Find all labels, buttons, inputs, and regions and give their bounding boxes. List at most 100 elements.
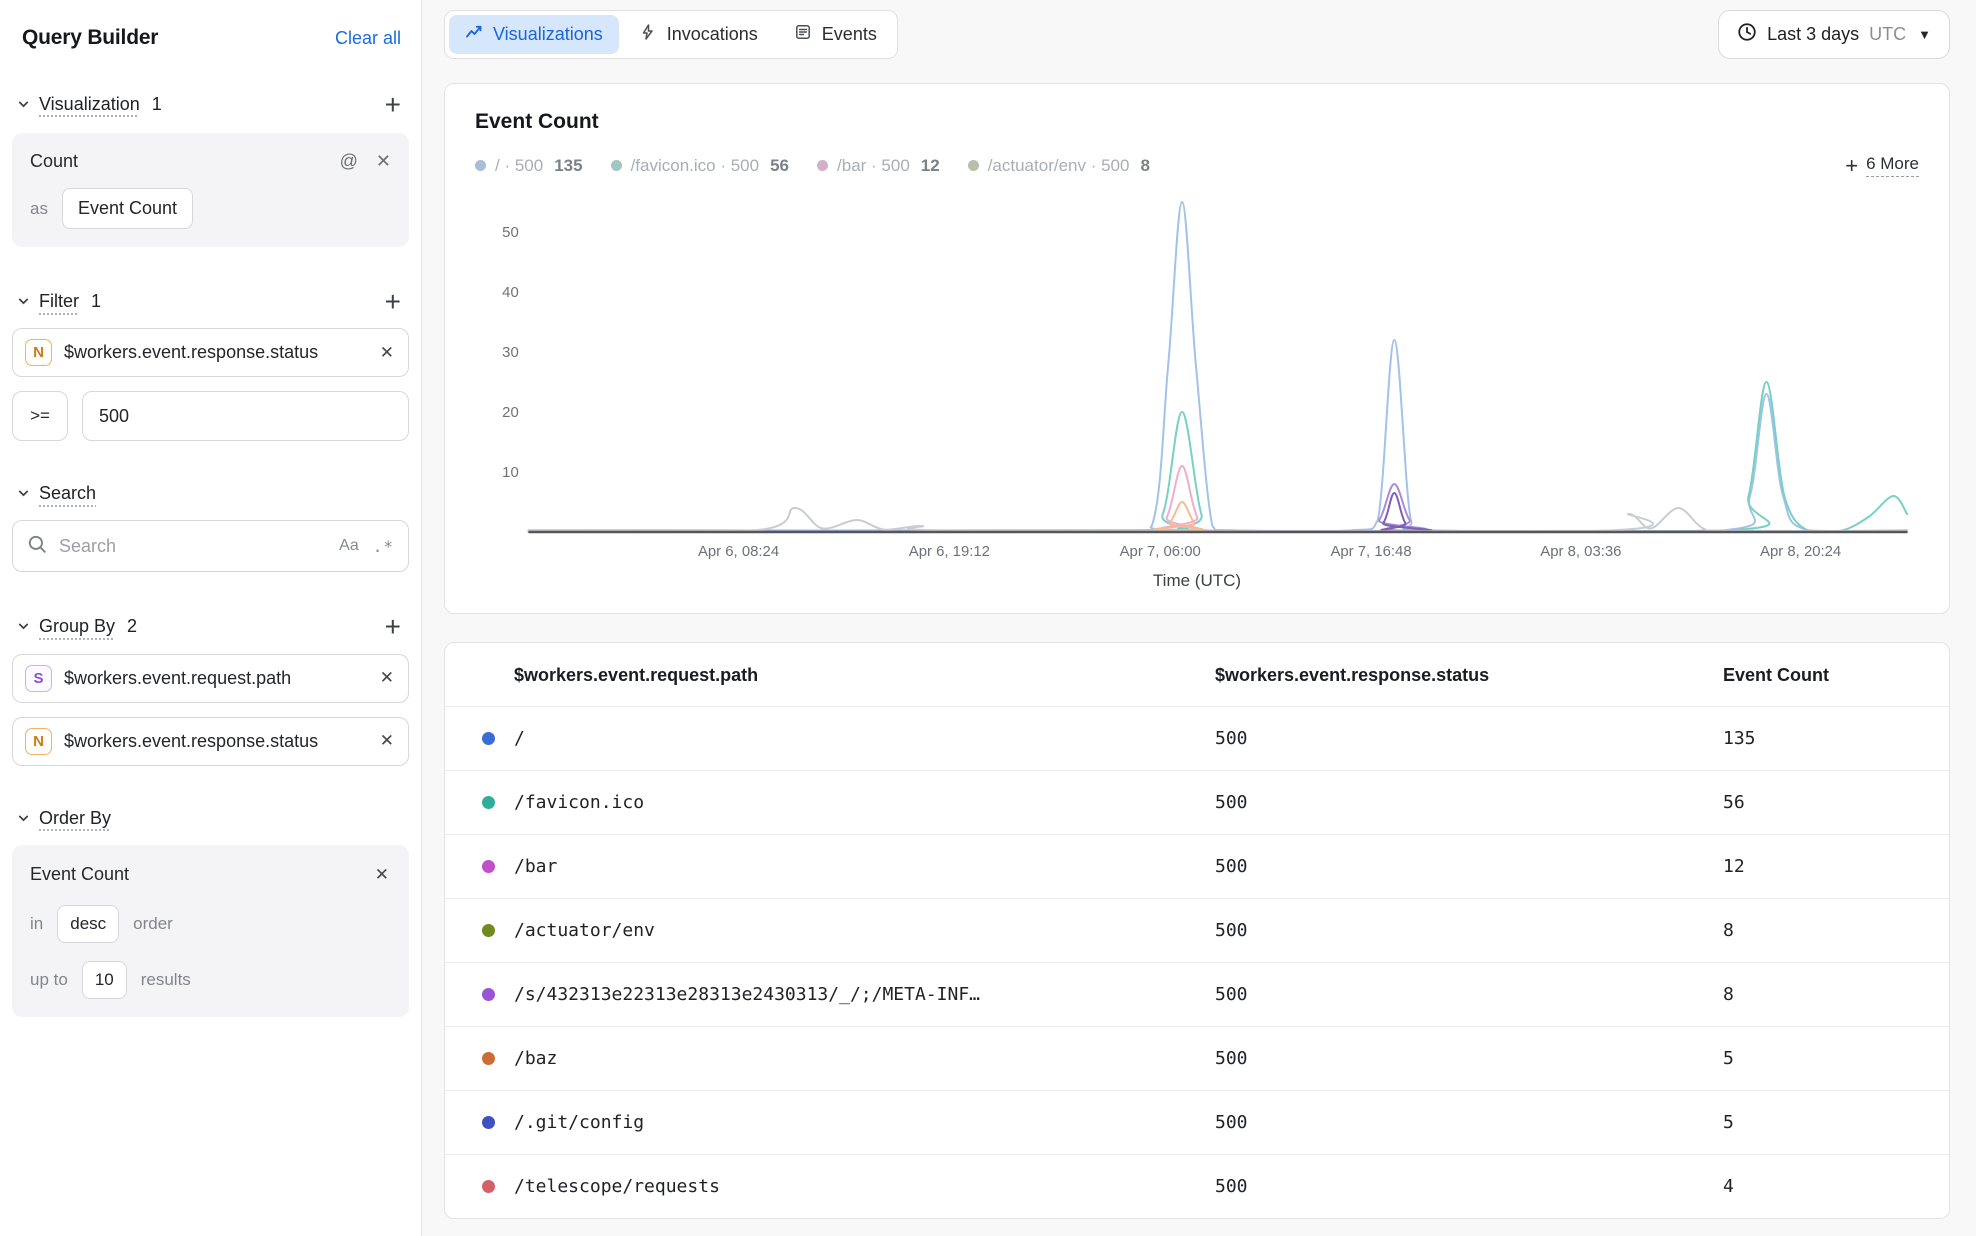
table-row[interactable]: /telescope/requests5004 bbox=[445, 1154, 1949, 1218]
filter-operator-row: >= bbox=[12, 391, 409, 441]
view-tabs: Visualizations Invocations Events bbox=[444, 10, 898, 59]
filter-value-input[interactable] bbox=[82, 391, 409, 441]
limit-input[interactable]: 10 bbox=[82, 961, 127, 999]
remove-visualization-icon[interactable]: ✕ bbox=[376, 151, 391, 172]
table-row[interactable]: /bar50012 bbox=[445, 834, 1949, 898]
legend-dot bbox=[817, 160, 828, 171]
table-row[interactable]: /actuator/env5008 bbox=[445, 898, 1949, 962]
series-color-dot bbox=[482, 988, 495, 1001]
add-visualization-button[interactable]: + bbox=[381, 92, 405, 117]
legend-label: /bar · 500 bbox=[837, 156, 910, 176]
group-by-field-row[interactable]: N $workers.event.response.status ✕ bbox=[12, 717, 409, 766]
column-header-path: $workers.event.request.path bbox=[445, 665, 1215, 686]
remove-group-by-icon[interactable]: ✕ bbox=[378, 666, 396, 690]
table-row[interactable]: /favicon.ico50056 bbox=[445, 770, 1949, 834]
chart-legend: / · 500135/favicon.ico · 50056/bar · 500… bbox=[475, 156, 1150, 176]
event-count-cell: 5 bbox=[1723, 1048, 1949, 1069]
legend-item[interactable]: /actuator/env · 5008 bbox=[968, 156, 1150, 176]
tab-label: Visualizations bbox=[493, 24, 603, 45]
response-status-cell: 500 bbox=[1215, 792, 1723, 813]
match-case-icon[interactable]: Aa bbox=[339, 537, 359, 555]
event-count-cell: 8 bbox=[1723, 984, 1949, 1005]
legend-dot bbox=[968, 160, 979, 171]
legend-label: / · 500 bbox=[495, 156, 543, 176]
legend-more-button[interactable]: + 6 More bbox=[1845, 154, 1919, 177]
search-input[interactable] bbox=[57, 535, 329, 558]
svg-text:Apr 6, 19:12: Apr 6, 19:12 bbox=[909, 543, 990, 560]
visualization-section-label[interactable]: Visualization bbox=[39, 94, 140, 115]
filter-section-label[interactable]: Filter bbox=[39, 291, 79, 312]
visualization-section-header: Visualization 1 + bbox=[12, 92, 409, 117]
remove-group-by-icon[interactable]: ✕ bbox=[378, 729, 396, 753]
chevron-down-icon[interactable] bbox=[16, 486, 31, 501]
filter-field-name: $workers.event.response.status bbox=[64, 342, 366, 363]
table-row[interactable]: /500135 bbox=[445, 706, 1949, 770]
svg-text:20: 20 bbox=[502, 404, 519, 421]
legend-item[interactable]: / · 500135 bbox=[475, 156, 583, 176]
time-range-button[interactable]: Last 3 days UTC ▼ bbox=[1718, 10, 1950, 59]
column-header-status: $workers.event.response.status bbox=[1215, 665, 1723, 686]
legend-count: 8 bbox=[1140, 156, 1149, 176]
series-color-dot bbox=[482, 860, 495, 873]
tab-visualizations[interactable]: Visualizations bbox=[449, 15, 619, 54]
in-label: in bbox=[30, 914, 43, 934]
group-by-section-label[interactable]: Group By bbox=[39, 616, 115, 637]
table-row[interactable]: /.git/config5005 bbox=[445, 1090, 1949, 1154]
order-by-card: Event Count ✕ in desc order up to 10 res… bbox=[12, 845, 409, 1017]
order-by-field[interactable]: Event Count bbox=[30, 864, 129, 885]
filter-field-row[interactable]: N $workers.event.response.status ✕ bbox=[12, 328, 409, 377]
page-title: Query Builder bbox=[22, 26, 158, 50]
group-by-field-row[interactable]: S $workers.event.request.path ✕ bbox=[12, 654, 409, 703]
request-path-cell: /.git/config bbox=[514, 1112, 664, 1133]
filter-count: 1 bbox=[91, 291, 101, 312]
legend-item[interactable]: /bar · 50012 bbox=[817, 156, 940, 176]
svg-text:10: 10 bbox=[502, 464, 519, 481]
chevron-down-icon[interactable] bbox=[16, 811, 31, 826]
response-status-cell: 500 bbox=[1215, 920, 1723, 941]
up-to-label: up to bbox=[30, 970, 68, 990]
visualization-function[interactable]: Count bbox=[30, 151, 78, 172]
chevron-down-icon[interactable] bbox=[16, 97, 31, 112]
tab-label: Events bbox=[822, 24, 877, 45]
add-filter-button[interactable]: + bbox=[381, 289, 405, 314]
order-by-section-label[interactable]: Order By bbox=[39, 808, 111, 829]
alias-icon[interactable]: @ bbox=[340, 151, 358, 172]
string-type-badge: S bbox=[25, 665, 52, 692]
svg-text:50: 50 bbox=[502, 224, 519, 241]
content: Event Count / · 500135/favicon.ico · 500… bbox=[422, 59, 1976, 1236]
as-label: as bbox=[30, 199, 48, 219]
request-path-cell: /actuator/env bbox=[514, 920, 675, 941]
regex-icon[interactable]: .* bbox=[373, 537, 394, 556]
table-row[interactable]: /s/432313e22313e28313e2430313/_/;/META-I… bbox=[445, 962, 1949, 1026]
response-status-cell: 500 bbox=[1215, 728, 1723, 749]
series-color-dot bbox=[482, 732, 495, 745]
remove-order-by-icon[interactable]: ✕ bbox=[373, 863, 391, 887]
number-type-badge: N bbox=[25, 339, 52, 366]
svg-text:40: 40 bbox=[502, 284, 519, 301]
legend-row: / · 500135/favicon.ico · 50056/bar · 500… bbox=[475, 154, 1919, 177]
remove-filter-icon[interactable]: ✕ bbox=[378, 341, 396, 365]
search-icon bbox=[27, 534, 47, 559]
search-section-label[interactable]: Search bbox=[39, 483, 96, 504]
series-color-dot bbox=[482, 1180, 495, 1193]
visualization-alias-field[interactable]: Event Count bbox=[62, 188, 193, 229]
chevron-down-icon[interactable] bbox=[16, 619, 31, 634]
legend-item[interactable]: /favicon.ico · 50056 bbox=[611, 156, 789, 176]
response-status-cell: 500 bbox=[1215, 856, 1723, 877]
order-direction-select[interactable]: desc bbox=[57, 905, 119, 943]
results-label: results bbox=[141, 970, 191, 990]
tab-label: Invocations bbox=[667, 24, 758, 45]
table-row[interactable]: /baz5005 bbox=[445, 1026, 1949, 1090]
clear-all-link[interactable]: Clear all bbox=[335, 28, 401, 49]
chevron-down-icon[interactable] bbox=[16, 294, 31, 309]
more-label: 6 More bbox=[1866, 154, 1919, 177]
filter-operator-select[interactable]: >= bbox=[12, 391, 68, 441]
tab-events[interactable]: Events bbox=[778, 15, 893, 54]
topbar: Visualizations Invocations Events Last 3… bbox=[422, 0, 1976, 59]
add-group-by-button[interactable]: + bbox=[381, 614, 405, 639]
search-section-header: Search bbox=[12, 483, 409, 504]
search-box: Aa .* bbox=[12, 520, 409, 572]
tab-invocations[interactable]: Invocations bbox=[623, 15, 774, 54]
event-count-chart[interactable]: 1020304050Apr 6, 08:24Apr 6, 19:12Apr 7,… bbox=[475, 187, 1919, 569]
event-count-cell: 135 bbox=[1723, 728, 1949, 749]
